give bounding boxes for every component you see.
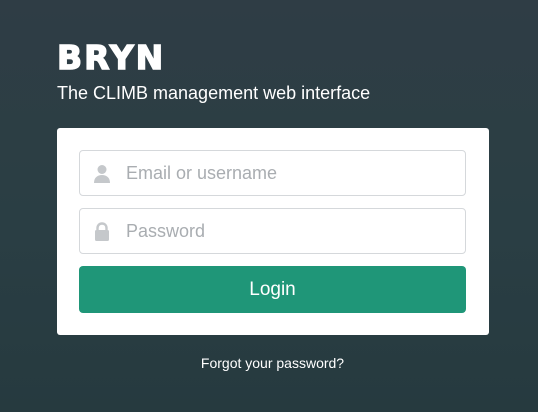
lock-icon: [95, 222, 109, 241]
password-input[interactable]: [126, 209, 456, 253]
password-field-container[interactable]: [79, 208, 466, 254]
app-logo: BRYN: [56, 37, 166, 77]
user-icon: [94, 165, 110, 183]
email-input[interactable]: [126, 151, 456, 195]
brand-header: BRYN The CLIMB management web interface: [56, 37, 371, 104]
login-button[interactable]: Login: [79, 266, 466, 313]
email-field-container[interactable]: [79, 150, 466, 196]
app-tagline: The CLIMB management web interface: [57, 83, 371, 103]
login-card: Login: [57, 128, 489, 335]
forgot-password-link[interactable]: Forgot your password?: [0, 354, 538, 372]
